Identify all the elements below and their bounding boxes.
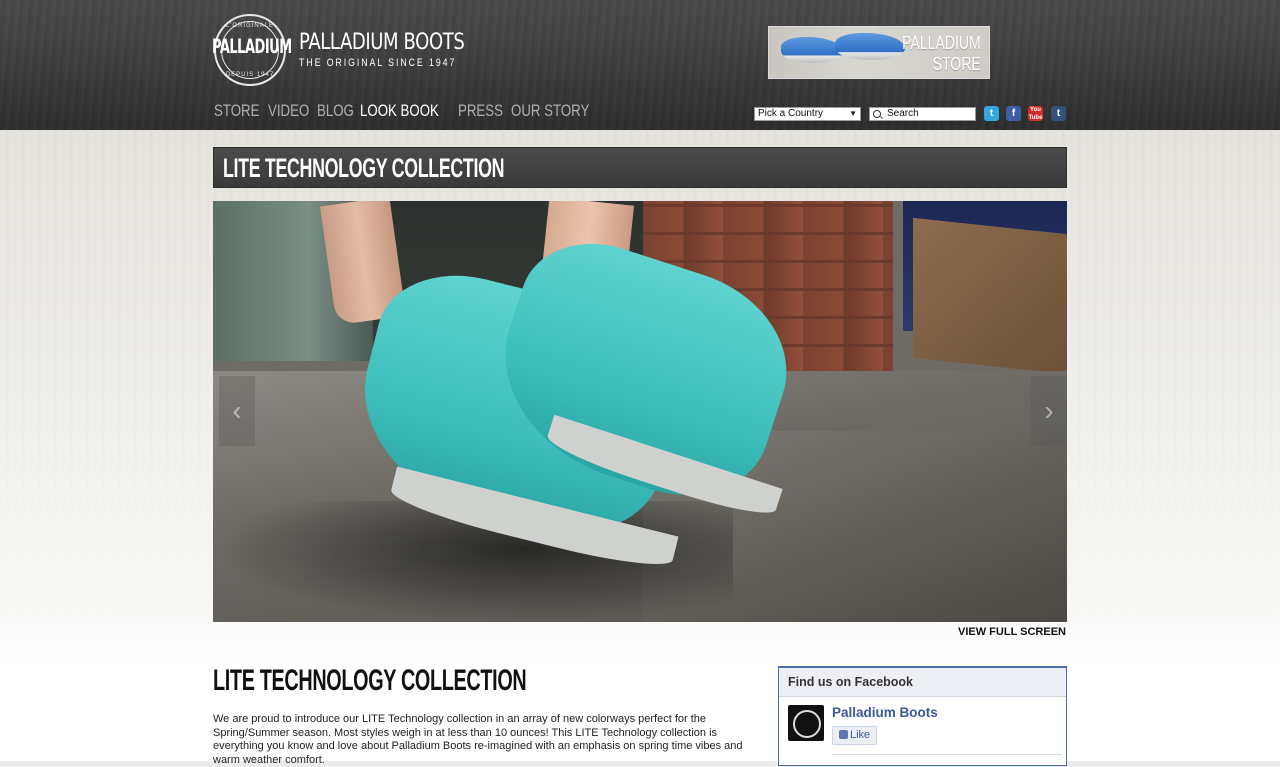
brand-tagline: THE ORIGINAL SINCE 1947 — [299, 57, 457, 69]
nav-item-look-book[interactable]: LOOK BOOK — [360, 101, 439, 121]
banner-shoe-image — [781, 37, 843, 63]
tumblr-icon[interactable]: t — [1051, 106, 1066, 121]
thumbs-up-icon — [839, 730, 848, 739]
country-select[interactable]: Pick a Country ▼ — [754, 107, 861, 121]
nav-item-press[interactable]: PRESS — [458, 101, 503, 121]
collection-title: LITE TECHNOLOGY COLLECTION — [223, 153, 505, 183]
content-body: We are proud to introduce our LITE Techn… — [213, 713, 743, 766]
logo-arc-top: L'ORIGINALE — [225, 23, 275, 29]
brand-name: PALLADIUM BOOTS — [299, 30, 465, 55]
facebook-page-name[interactable]: Palladium Boots — [832, 705, 938, 720]
slide-prev-arrow-icon[interactable]: ‹ — [219, 376, 255, 446]
banner-shoe-image — [835, 33, 905, 60]
search-placeholder: Search — [887, 108, 919, 119]
nav-item-store[interactable]: STORE — [214, 101, 259, 121]
facebook-widget: Find us on Facebook Palladium Boots Like — [778, 666, 1067, 766]
slide-next-arrow-icon[interactable]: › — [1031, 376, 1067, 446]
facebook-page-avatar[interactable] — [788, 705, 824, 741]
facebook-icon[interactable]: f — [1006, 106, 1021, 121]
nav-item-our-story[interactable]: OUR STORY — [511, 101, 589, 121]
nav-item-video[interactable]: VIDEO — [268, 101, 309, 121]
nav-item-blog[interactable]: BLOG — [317, 101, 354, 121]
facebook-widget-header: Find us on Facebook — [779, 668, 1066, 697]
youtube-icon[interactable]: You Tube — [1028, 106, 1043, 121]
collection-title-bar: LITE TECHNOLOGY COLLECTION — [213, 147, 1067, 188]
search-icon — [873, 110, 881, 118]
palladium-logo[interactable]: L'ORIGINALE PALLADIUM DEPUIS 1947 — [212, 14, 292, 86]
store-banner[interactable]: PALLADIUM STORE — [768, 26, 990, 79]
view-full-screen-link[interactable]: VIEW FULL SCREEN — [958, 626, 1066, 638]
photo-wood — [913, 217, 1067, 375]
chevron-down-icon: ▼ — [849, 109, 857, 118]
facebook-like-label: Like — [850, 729, 871, 741]
search-input[interactable]: Search — [869, 107, 976, 121]
lookbook-slide-image[interactable]: ‹ › — [213, 201, 1067, 622]
logo-word: PALLADIUM — [212, 36, 292, 59]
site-header — [0, 0, 1280, 130]
store-banner-label: PALLADIUM STORE — [902, 33, 981, 74]
main-nav: STORE VIDEO BLOG LOOK BOOK PRESS OUR STO… — [214, 101, 608, 121]
facebook-divider — [832, 754, 1062, 755]
facebook-like-button[interactable]: Like — [832, 726, 878, 745]
brand-title[interactable]: PALLADIUM BOOTS THE ORIGINAL SINCE 1947 — [299, 30, 501, 69]
content-title: LITE TECHNOLOGY COLLECTION — [213, 664, 527, 697]
twitter-icon[interactable]: t — [984, 106, 999, 121]
logo-arc-bottom: DEPUIS 1947 — [225, 72, 275, 78]
country-select-value: Pick a Country — [758, 108, 824, 119]
